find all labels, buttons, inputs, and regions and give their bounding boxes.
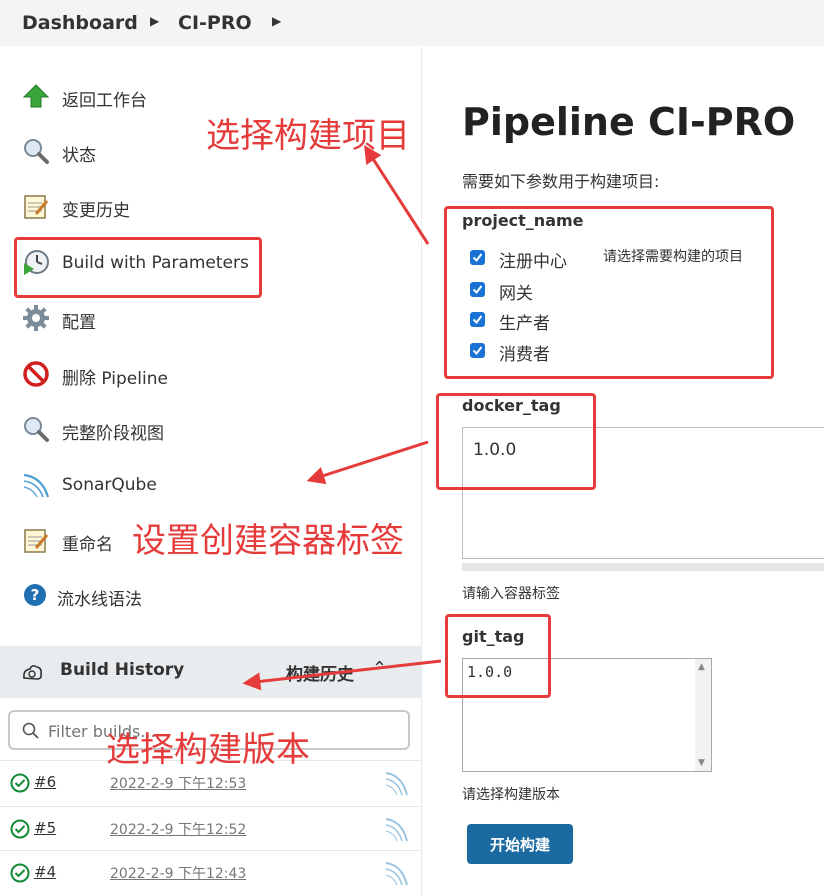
annotation-text: 设置创建容器标签 [132, 521, 404, 561]
annotation-text: 选择构建项目 [206, 116, 410, 156]
annotation-text: 选择构建版本 [106, 730, 310, 770]
